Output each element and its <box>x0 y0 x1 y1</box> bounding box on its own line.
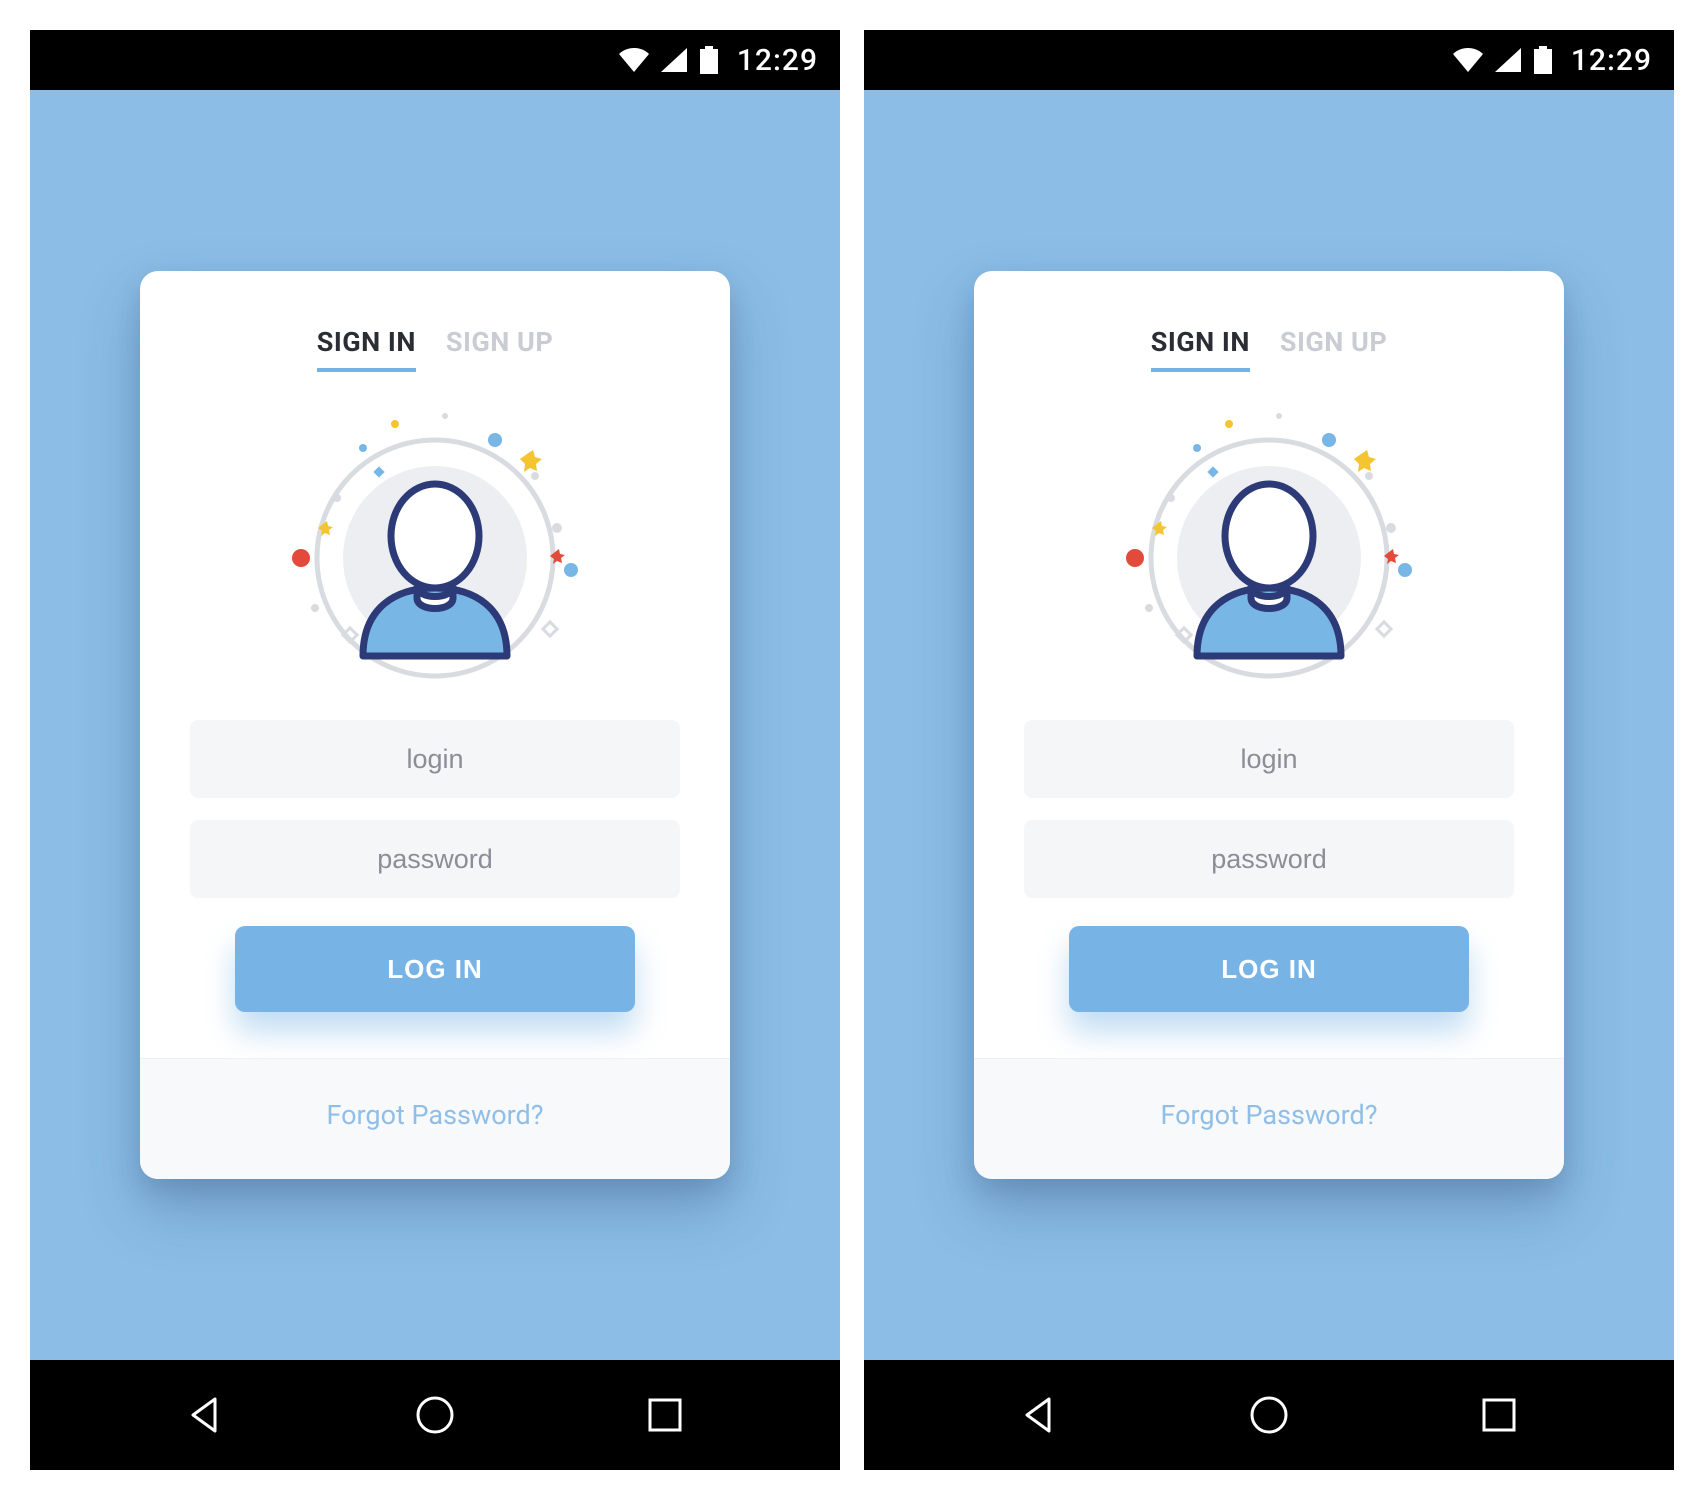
login-input[interactable] <box>1024 720 1514 798</box>
nav-home-button[interactable] <box>1244 1390 1294 1440</box>
tab-signin[interactable]: SIGN IN <box>1151 326 1250 372</box>
battery-icon <box>699 46 719 74</box>
wifi-icon <box>1453 48 1483 72</box>
forgot-password-link[interactable]: Forgot Password? <box>326 1099 543 1131</box>
nav-back-button[interactable] <box>180 1390 230 1440</box>
status-time: 12:29 <box>737 43 818 78</box>
login-input[interactable] <box>190 720 680 798</box>
tab-signup[interactable]: SIGN UP <box>1280 326 1387 372</box>
status-bar: 12:29 <box>30 30 840 90</box>
phone-frame-right: 12:29 SIGN IN SIGN UP <box>864 30 1674 1470</box>
avatar-illustration <box>245 398 625 698</box>
status-bar: 12:29 <box>864 30 1674 90</box>
nav-back-button[interactable] <box>1014 1390 1064 1440</box>
tab-signin[interactable]: SIGN IN <box>317 326 416 372</box>
phone-frame-left: 12:29 SIGN IN SIGN UP <box>30 30 840 1470</box>
android-nav-bar <box>864 1360 1674 1470</box>
card-footer: Forgot Password? <box>974 1058 1564 1179</box>
login-button[interactable]: LOG IN <box>1069 926 1469 1012</box>
content-area: SIGN IN SIGN UP <box>30 90 840 1360</box>
android-nav-bar <box>30 1360 840 1470</box>
cell-signal-icon <box>1495 48 1521 72</box>
forgot-password-link[interactable]: Forgot Password? <box>1160 1099 1377 1131</box>
password-input[interactable] <box>1024 820 1514 898</box>
battery-icon <box>1533 46 1553 74</box>
auth-tabs: SIGN IN SIGN UP <box>317 326 554 372</box>
content-area: SIGN IN SIGN UP <box>864 90 1674 1360</box>
auth-tabs: SIGN IN SIGN UP <box>1151 326 1388 372</box>
auth-card: SIGN IN SIGN UP <box>974 271 1564 1179</box>
auth-card: SIGN IN SIGN UP <box>140 271 730 1179</box>
nav-recent-button[interactable] <box>1474 1390 1524 1440</box>
tab-signup[interactable]: SIGN UP <box>446 326 553 372</box>
status-time: 12:29 <box>1571 43 1652 78</box>
password-input[interactable] <box>190 820 680 898</box>
card-footer: Forgot Password? <box>140 1058 730 1179</box>
wifi-icon <box>619 48 649 72</box>
nav-recent-button[interactable] <box>640 1390 690 1440</box>
avatar-illustration <box>1079 398 1459 698</box>
cell-signal-icon <box>661 48 687 72</box>
login-button[interactable]: LOG IN <box>235 926 635 1012</box>
nav-home-button[interactable] <box>410 1390 460 1440</box>
